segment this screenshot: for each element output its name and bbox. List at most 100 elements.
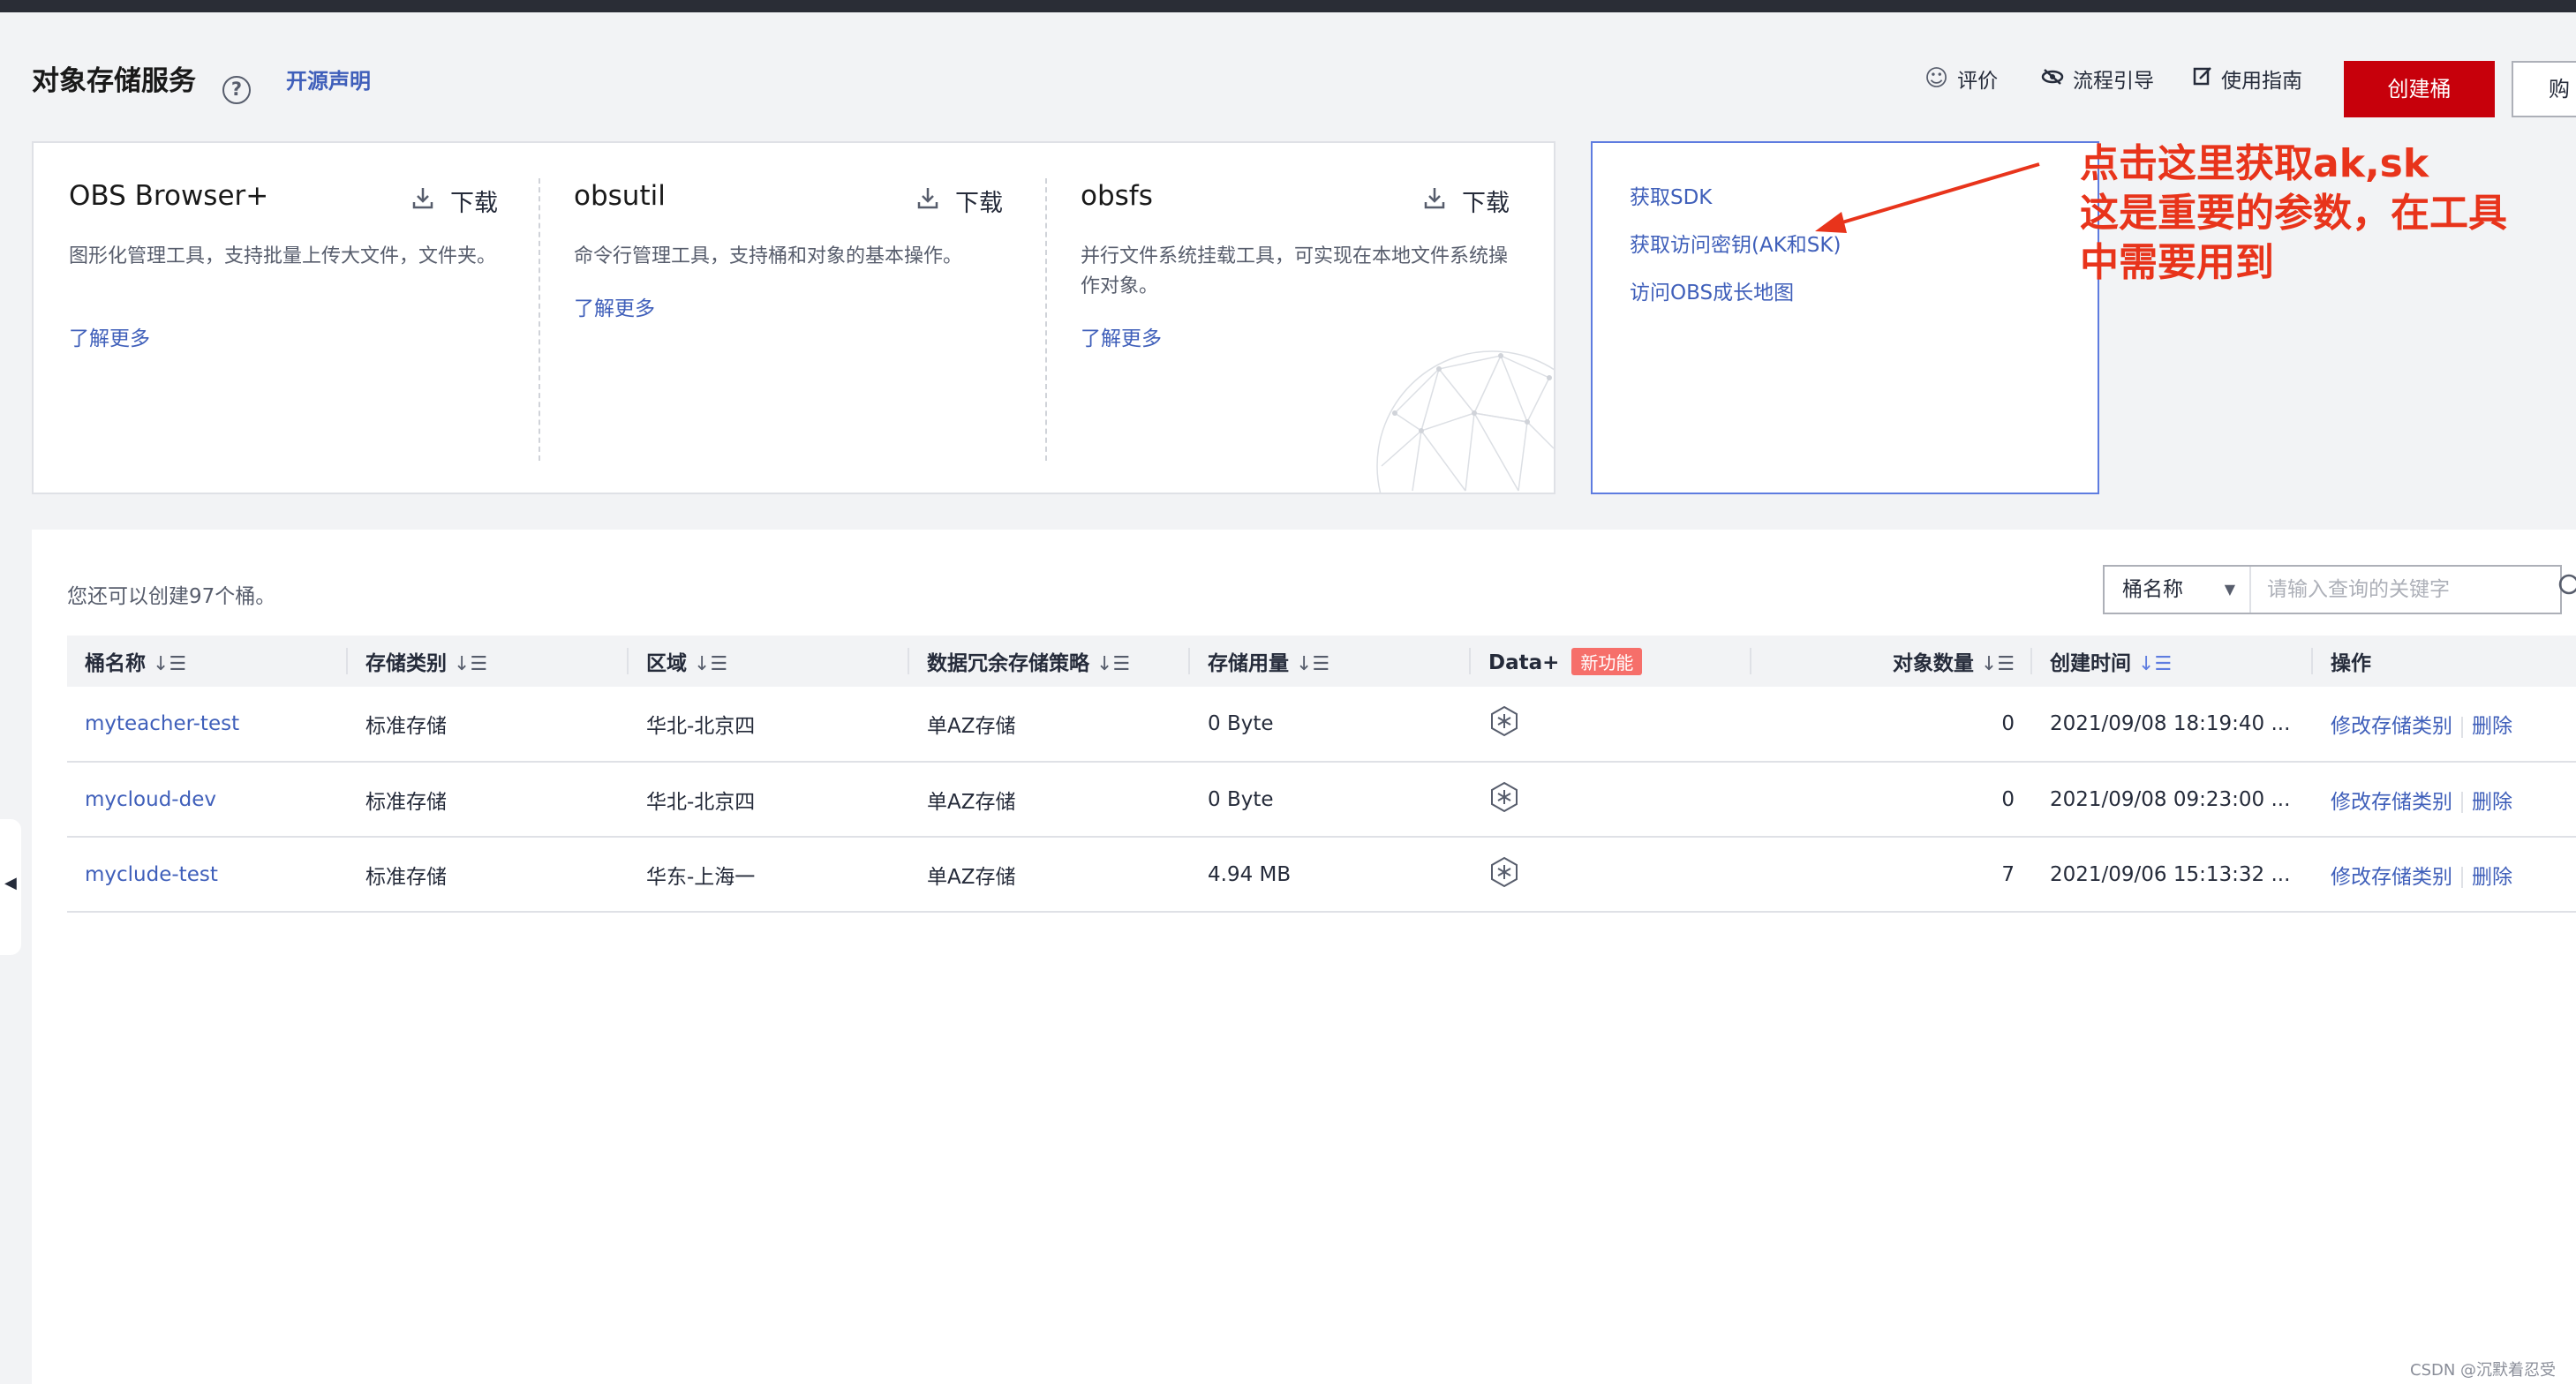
- bucket-list-section: 您还可以创建97个桶。 桶名称 ▼ 桶名称 ↓☰ 存储类别↓☰ 区域 ↓☰ 数据冗余…: [32, 530, 2576, 1384]
- search-icon[interactable]: [2557, 572, 2576, 597]
- user-guide-label: 使用指南: [2221, 64, 2302, 94]
- rate-button[interactable]: ☺ 评价: [1924, 64, 1998, 94]
- filter-field-select[interactable]: 桶名称 ▼: [2105, 567, 2251, 613]
- sort-icon[interactable]: ↓☰: [1096, 653, 1130, 675]
- col-header-object-count[interactable]: 对象数量 ↓☰: [1751, 636, 2032, 687]
- smile-icon: ☺: [1924, 65, 1948, 92]
- download-label: 下载: [955, 184, 1003, 218]
- sidebar-collapse-handle[interactable]: ◀: [0, 819, 21, 955]
- sort-icon[interactable]: ↓☰: [153, 653, 186, 675]
- tool-name: OBS Browser+: [69, 180, 268, 212]
- learn-more-link[interactable]: 了解更多: [69, 321, 150, 351]
- learn-more-link[interactable]: 了解更多: [574, 291, 655, 321]
- page-header: 对象存储服务 ? 开源声明 ☺ 评价 流程引导 使用指南 创建桶 购: [0, 12, 2576, 143]
- region-cell: 华东-上海一: [629, 837, 909, 912]
- col-header-actions: 操作: [2313, 636, 2576, 687]
- dataplus-cell: [1471, 687, 1751, 762]
- storage-class-cell: 标准存储: [348, 762, 629, 837]
- redundancy-cell: 单AZ存储: [909, 762, 1190, 837]
- modify-storage-class-link[interactable]: 修改存储类别: [2331, 715, 2452, 738]
- user-guide-button[interactable]: 使用指南: [2193, 64, 2302, 94]
- get-sdk-link[interactable]: 获取SDK: [1630, 180, 1712, 210]
- delete-link[interactable]: 删除: [2472, 791, 2512, 814]
- annotation-text: 点击这里获取ak,sk 这是重要的参数，在工具 中需要用到: [2080, 139, 2507, 288]
- created-time-cell: 2021/09/08 18:19:40 ...: [2032, 687, 2313, 762]
- modify-storage-class-link[interactable]: 修改存储类别: [2331, 791, 2452, 814]
- download-button[interactable]: 下载: [411, 184, 498, 218]
- tool-name: obsutil: [574, 180, 666, 212]
- get-access-key-link[interactable]: 获取访问密钥(AK和SK): [1630, 228, 1841, 258]
- sort-icon[interactable]: ↓☰: [1981, 653, 2015, 675]
- col-header-redundancy[interactable]: 数据冗余存储策略↓☰: [909, 636, 1190, 687]
- edit-doc-icon: [2193, 65, 2212, 92]
- download-icon: [411, 186, 434, 215]
- caret-down-icon: ▼: [2225, 567, 2235, 613]
- filter-field-value: 桶名称: [2122, 578, 2183, 601]
- storage-class-cell: 标准存储: [348, 837, 629, 912]
- new-feature-badge: 新功能: [1571, 648, 1642, 675]
- top-nav-bar: [0, 0, 2576, 12]
- open-source-link[interactable]: 开源声明: [286, 64, 371, 94]
- sort-icon[interactable]: ↓☰: [694, 653, 727, 675]
- rate-label: 评价: [1957, 64, 1998, 94]
- created-time-cell: 2021/09/06 15:13:32 ...: [2032, 837, 2313, 912]
- dataplus-cell: [1471, 762, 1751, 837]
- header-label: 对象数量: [1893, 652, 1974, 675]
- delete-link[interactable]: 删除: [2472, 715, 2512, 738]
- delete-link[interactable]: 删除: [2472, 866, 2512, 889]
- learn-more-link[interactable]: 了解更多: [1081, 321, 1162, 351]
- sort-icon[interactable]: ↓☰: [2138, 653, 2172, 675]
- object-count-cell: 7: [1751, 837, 2032, 912]
- search-input[interactable]: [2251, 567, 2551, 613]
- redundancy-cell: 单AZ存储: [909, 837, 1190, 912]
- obs-growth-map-link[interactable]: 访问OBS成长地图: [1630, 275, 1794, 305]
- download-button[interactable]: 下载: [916, 184, 1003, 218]
- col-header-storage-usage[interactable]: 存储用量↓☰: [1190, 636, 1471, 687]
- storage-class-cell: 标准存储: [348, 687, 629, 762]
- dataplus-cell: [1471, 837, 1751, 912]
- col-header-created-time[interactable]: 创建时间 ↓☰: [2032, 636, 2313, 687]
- download-button[interactable]: 下载: [1423, 184, 1510, 218]
- hexagon-snowflake-icon[interactable]: [1488, 856, 1520, 888]
- header-label: 创建时间: [2050, 652, 2131, 675]
- col-header-bucket-name[interactable]: 桶名称 ↓☰: [67, 636, 348, 687]
- create-bucket-button[interactable]: 创建桶: [2344, 61, 2495, 117]
- header-label: 桶名称: [85, 652, 146, 675]
- watermark: CSDN @沉默着忍受: [2410, 1358, 2556, 1380]
- bucket-name-link[interactable]: myteacher-test: [67, 687, 348, 762]
- sort-icon[interactable]: ↓☰: [1296, 653, 1329, 675]
- hexagon-snowflake-icon[interactable]: [1488, 781, 1520, 813]
- annotation-line: 这是重要的参数，在工具: [2080, 189, 2507, 238]
- actions-cell: 修改存储类别删除: [2313, 762, 2576, 837]
- header-label: 区域: [646, 652, 687, 675]
- annotation-line: 点击这里获取ak,sk: [2080, 139, 2507, 189]
- actions-cell: 修改存储类别删除: [2313, 837, 2576, 912]
- sort-icon[interactable]: ↓☰: [454, 653, 487, 675]
- bucket-name-link[interactable]: myclude-test: [67, 837, 348, 912]
- tool-card-obsfs: obsfs 下载 并行文件系统挂载工具，可实现在本地文件系统操作对象。 了解更多: [1045, 143, 1554, 493]
- guide-flow-button[interactable]: 流程引导: [2041, 64, 2154, 94]
- modify-storage-class-link[interactable]: 修改存储类别: [2331, 866, 2452, 889]
- table-row: mycloud-dev 标准存储 华北-北京四 单AZ存储 0 Byte 0 2…: [67, 762, 2576, 837]
- buy-button[interactable]: 购: [2512, 61, 2576, 117]
- eye-slash-icon: [2041, 65, 2064, 92]
- col-header-storage-class[interactable]: 存储类别↓☰: [348, 636, 629, 687]
- header-label: 操作: [2331, 652, 2371, 675]
- col-header-region[interactable]: 区域 ↓☰: [629, 636, 909, 687]
- col-header-dataplus: Data+ 新功能: [1471, 636, 1751, 687]
- caret-left-icon: ◀: [4, 874, 17, 892]
- actions-cell: 修改存储类别删除: [2313, 687, 2576, 762]
- usage-cell: 4.94 MB: [1190, 837, 1471, 912]
- bucket-table: 桶名称 ↓☰ 存储类别↓☰ 区域 ↓☰ 数据冗余存储策略↓☰ 存储用量↓☰ Data…: [67, 636, 2576, 913]
- bucket-name-link[interactable]: mycloud-dev: [67, 762, 348, 837]
- quick-links-panel: 获取SDK 获取访问密钥(AK和SK) 访问OBS成长地图: [1591, 141, 2099, 494]
- download-label: 下载: [1462, 184, 1510, 218]
- download-label: 下载: [450, 184, 498, 218]
- header-label: Data+: [1488, 651, 1559, 674]
- redundancy-cell: 单AZ存储: [909, 687, 1190, 762]
- table-row: myclude-test 标准存储 华东-上海一 单AZ存储 4.94 MB 7…: [67, 837, 2576, 912]
- page-title: 对象存储服务: [32, 58, 196, 98]
- help-icon[interactable]: ?: [222, 76, 251, 104]
- hexagon-snowflake-icon[interactable]: [1488, 705, 1520, 737]
- quota-text: 您还可以创建97个桶。: [67, 579, 275, 609]
